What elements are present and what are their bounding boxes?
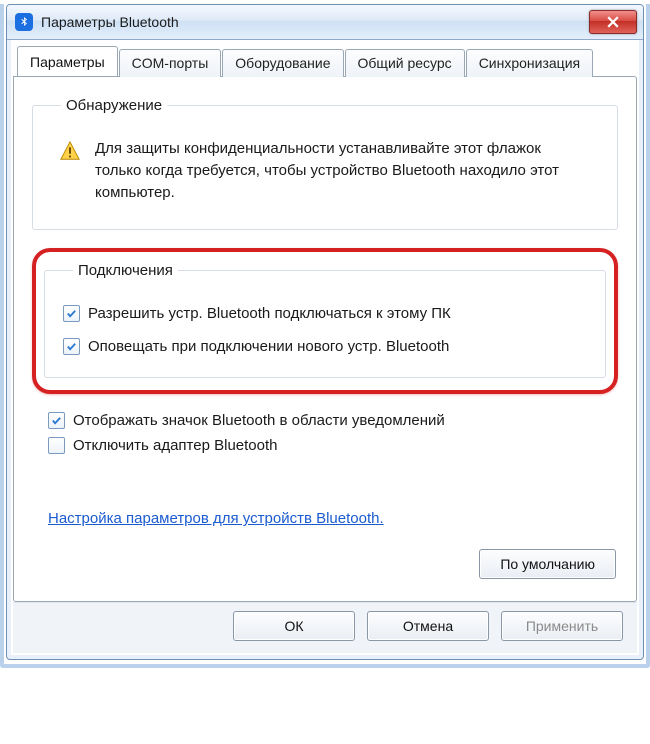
checkbox-tray-icon[interactable] [48,412,65,429]
cancel-button[interactable]: Отмена [367,611,489,641]
ok-button[interactable]: ОК [233,611,355,641]
checkbox-disable-adapter[interactable] [48,437,65,454]
discovery-warning-text: Для защиты конфиденциальности устанавлив… [95,138,587,203]
checkbox-allow-connections-label: Разрешить устр. Bluetooth подключаться к… [88,305,451,322]
tab-content: Обнаружение Для защиты конфиденциальност… [13,76,637,602]
apply-button[interactable]: Применить [501,611,623,641]
group-discovery-legend: Обнаружение [61,97,167,114]
device-settings-link[interactable]: Настройка параметров для устройств Bluet… [48,510,384,527]
checkbox-notify-connections-label: Оповещать при подключении нового устр. B… [88,338,449,355]
bluetooth-icon [15,13,33,31]
group-discovery: Обнаружение Для защиты конфиденциальност… [32,97,618,230]
tab-hardware[interactable]: Оборудование [222,49,343,77]
checkbox-notify-connections[interactable] [63,338,80,355]
defaults-button[interactable]: По умолчанию [479,549,616,579]
highlighted-region: Подключения Разрешить устр. Bluetooth по… [32,248,618,394]
tab-sync[interactable]: Синхронизация [466,49,593,77]
group-connections-legend: Подключения [73,262,178,279]
tab-share[interactable]: Общий ресурс [345,49,465,77]
tab-params[interactable]: Параметры [17,46,118,76]
warning-icon [59,140,81,162]
group-connections: Подключения Разрешить устр. Bluetooth по… [44,262,606,378]
tab-strip: Параметры COM-порты Оборудование Общий р… [13,46,637,76]
window-title: Параметры Bluetooth [41,14,179,30]
checkbox-allow-connections[interactable] [63,305,80,322]
dialog-footer: ОК Отмена Применить [13,602,637,653]
checkbox-disable-adapter-label: Отключить адаптер Bluetooth [73,437,278,454]
tab-com[interactable]: COM-порты [119,49,222,77]
titlebar: Параметры Bluetooth [7,5,643,40]
checkbox-tray-icon-label: Отображать значок Bluetooth в области ув… [73,412,445,429]
close-button[interactable] [589,10,637,34]
